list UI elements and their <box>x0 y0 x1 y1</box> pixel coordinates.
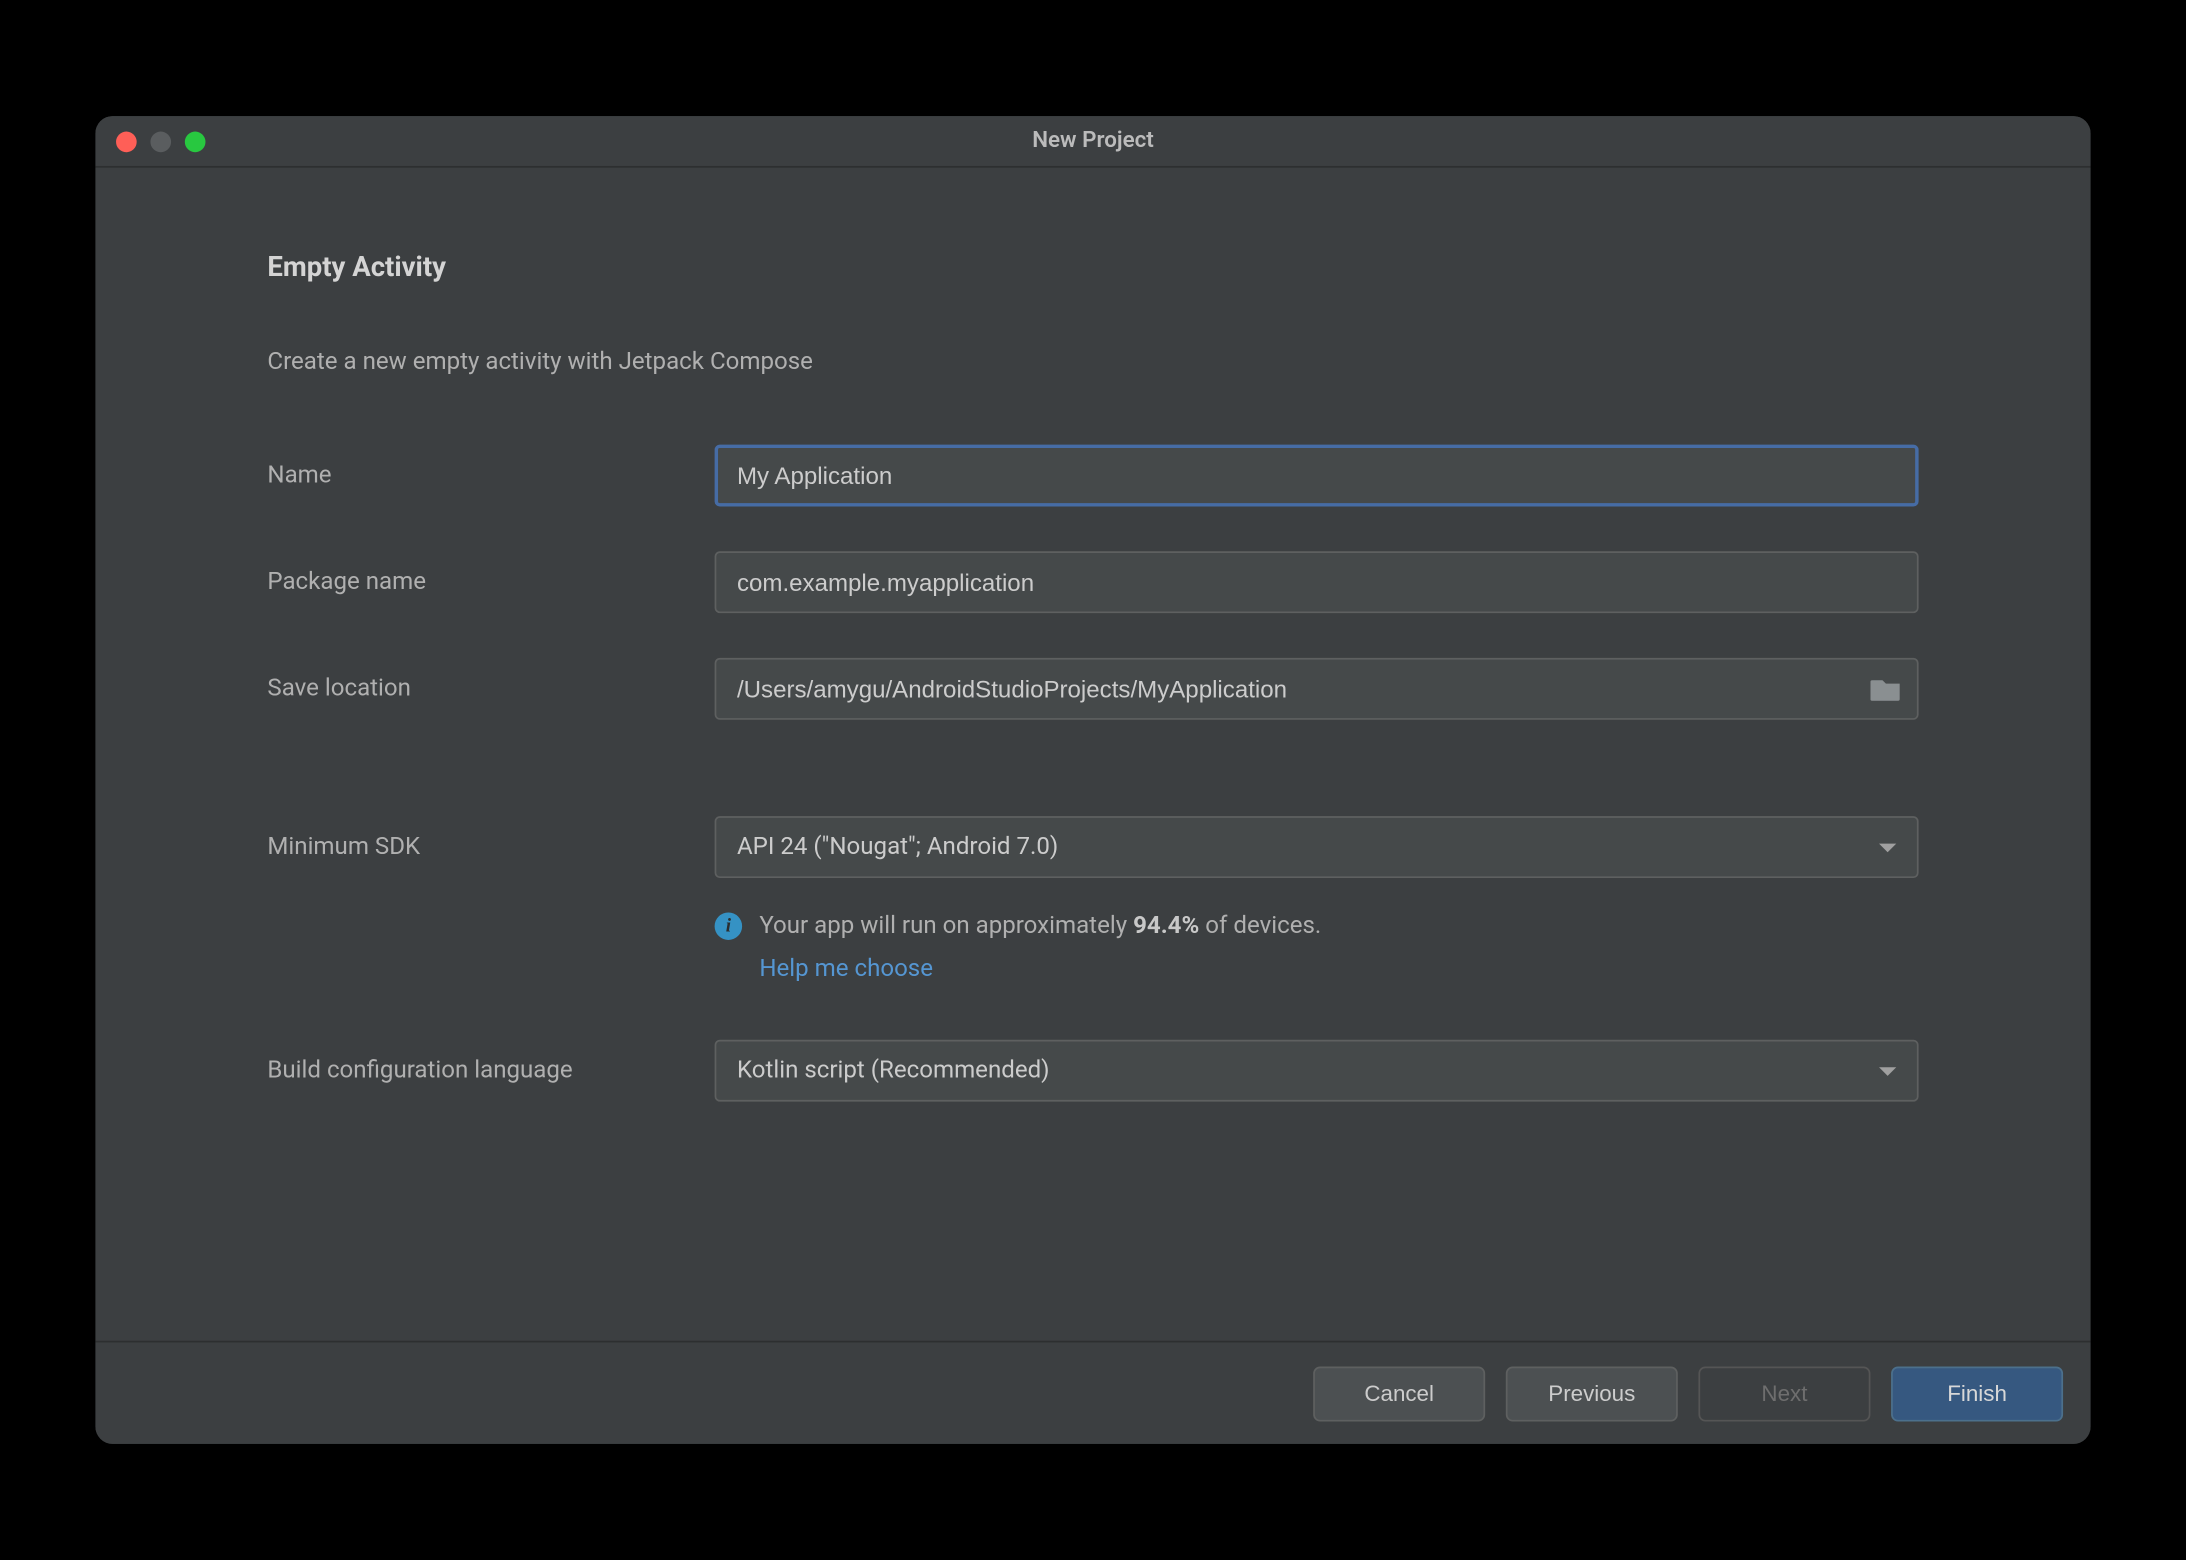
name-row: Name <box>267 445 1918 507</box>
next-button: Next <box>1698 1366 1870 1421</box>
package-name-row: Package name <box>267 551 1918 613</box>
build-lang-value: Kotlin script (Recommended) <box>737 1057 1050 1085</box>
dialog-footer: Cancel Previous Next Finish <box>95 1341 2090 1444</box>
package-name-input[interactable] <box>715 551 1919 613</box>
page-heading: Empty Activity <box>267 250 1918 283</box>
page-description: Create a new empty activity with Jetpack… <box>267 348 1918 376</box>
build-lang-label: Build configuration language <box>267 1057 714 1085</box>
window-controls <box>116 131 205 152</box>
help-me-choose-link[interactable]: Help me choose <box>759 952 1321 988</box>
name-input[interactable] <box>715 445 1919 507</box>
save-location-label: Save location <box>267 675 714 703</box>
minimize-window-button[interactable] <box>150 131 171 152</box>
titlebar: New Project <box>95 116 2090 168</box>
save-location-input[interactable] <box>715 658 1919 720</box>
info-icon: i <box>715 912 743 940</box>
window-title: New Project <box>1032 128 1154 154</box>
new-project-dialog: New Project Empty Activity Create a new … <box>95 116 2090 1444</box>
close-window-button[interactable] <box>116 131 137 152</box>
maximize-window-button[interactable] <box>185 131 206 152</box>
sdk-info-block: i Your app will run on approximately 94.… <box>715 909 1919 988</box>
minimum-sdk-row: Minimum SDK API 24 ("Nougat"; Android 7.… <box>267 816 1918 878</box>
dialog-content: Empty Activity Create a new empty activi… <box>95 168 2090 1341</box>
minimum-sdk-label: Minimum SDK <box>267 833 714 861</box>
chevron-down-icon <box>1879 1066 1896 1075</box>
chevron-down-icon <box>1879 843 1896 852</box>
browse-folder-icon[interactable] <box>1870 677 1901 701</box>
cancel-button[interactable]: Cancel <box>1313 1366 1485 1421</box>
previous-button[interactable]: Previous <box>1506 1366 1678 1421</box>
save-location-row: Save location <box>267 658 1918 720</box>
minimum-sdk-select[interactable]: API 24 ("Nougat"; Android 7.0) <box>715 816 1919 878</box>
finish-button[interactable]: Finish <box>1891 1366 2063 1421</box>
package-name-label: Package name <box>267 568 714 596</box>
build-lang-select[interactable]: Kotlin script (Recommended) <box>715 1040 1919 1102</box>
name-label: Name <box>267 462 714 490</box>
sdk-info-text: Your app will run on approximately 94.4%… <box>759 909 1321 988</box>
minimum-sdk-value: API 24 ("Nougat"; Android 7.0) <box>737 833 1058 861</box>
build-lang-row: Build configuration language Kotlin scri… <box>267 1040 1918 1102</box>
